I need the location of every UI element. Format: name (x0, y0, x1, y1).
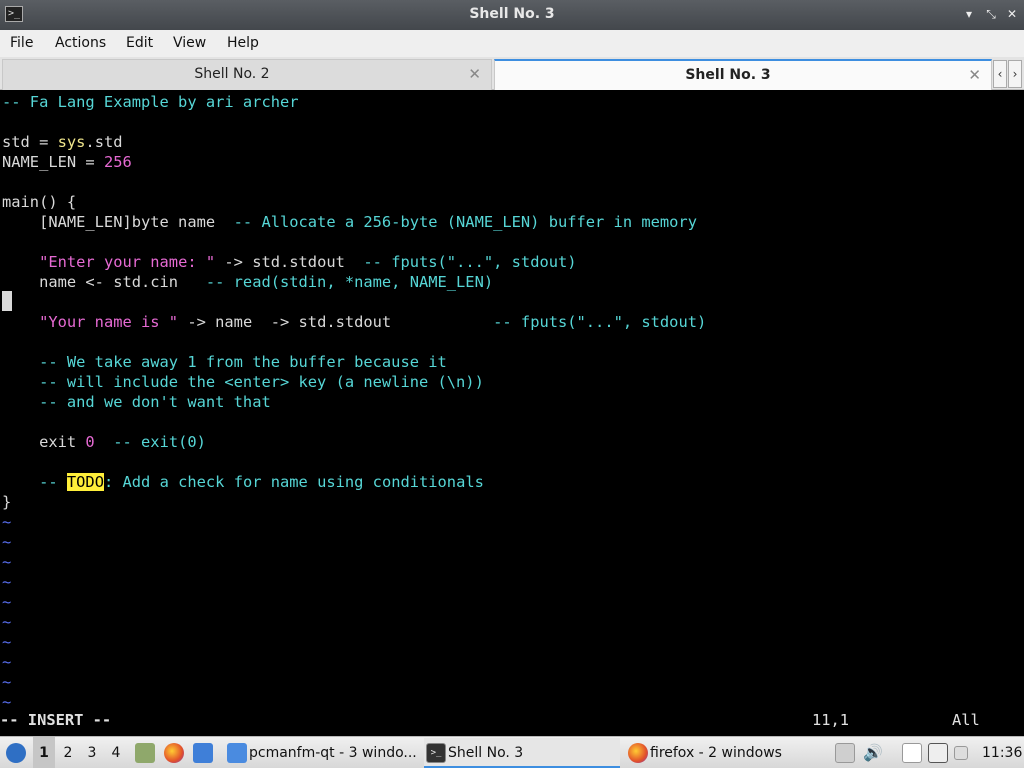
tab-label: Shell No. 3 (685, 67, 771, 83)
cursor-position: 11,1 (812, 711, 850, 729)
task-pcmanfm[interactable]: pcmanfm-qt - 3 windo... (225, 738, 421, 768)
clock: 11:36 (982, 745, 1023, 761)
code-line: exit 0 -- exit(0) (2, 433, 206, 451)
firefox-icon (628, 743, 648, 763)
desktop-4[interactable]: 4 (105, 737, 127, 768)
desktop-2[interactable]: 2 (57, 737, 79, 768)
task-label: Shell No. 3 (448, 745, 524, 761)
empty-line-marker: ~ (2, 613, 12, 631)
tab-scroll-left-icon[interactable]: ‹ (993, 60, 1007, 88)
empty-line-marker: ~ (2, 593, 12, 611)
menu-view[interactable]: View (173, 35, 206, 51)
terminal-icon: >_ (426, 743, 446, 763)
volume-icon[interactable]: 🔊 (863, 737, 883, 768)
menu-file[interactable]: File (10, 35, 33, 51)
menu-bar: File Actions Edit View Help (0, 30, 1024, 57)
tab-label: Shell No. 2 (194, 66, 270, 82)
tab-shell-2[interactable]: Shell No. 2 ✕ (2, 59, 492, 90)
code-line: -- TODO: Add a check for name using cond… (39, 473, 484, 491)
empty-line-marker: ~ (2, 553, 12, 571)
empty-line-marker: ~ (2, 513, 12, 531)
empty-line-marker: ~ (2, 673, 12, 691)
menu-edit[interactable]: Edit (126, 35, 153, 51)
code-line: -- Fa Lang Example by ari archer (2, 93, 299, 111)
file-manager-launcher-icon[interactable] (135, 743, 155, 763)
desktop-3[interactable]: 3 (81, 737, 103, 768)
menu-help[interactable]: Help (227, 35, 259, 51)
task-label: pcmanfm-qt - 3 windo... (249, 745, 417, 761)
code-line: -- will include the <enter> key (a newli… (39, 373, 484, 391)
code-line: NAME_LEN = 256 (2, 153, 132, 171)
code-line: } (2, 493, 12, 511)
taskbar: 1 2 3 4 pcmanfm-qt - 3 windo... >_ Shell… (0, 736, 1024, 768)
scroll-position: All (952, 711, 980, 729)
tab-scroll-right-icon[interactable]: › (1008, 60, 1022, 88)
mode-indicator: -- INSERT -- (0, 711, 112, 729)
code-line: main() { (2, 193, 77, 211)
notifications-icon[interactable] (954, 746, 968, 760)
menu-actions[interactable]: Actions (55, 35, 106, 51)
code-line: [NAME_LEN]byte name -- Allocate a 256-by… (2, 213, 697, 231)
task-firefox[interactable]: firefox - 2 windows (626, 738, 822, 768)
tab-close-icon[interactable]: ✕ (468, 65, 481, 83)
window-titlebar: >_ Shell No. 3 ▾ ⤡ ✕ (0, 0, 1024, 30)
clipboard-icon[interactable] (902, 743, 922, 763)
code-line: name <- std.cin -- read(stdin, *name, NA… (2, 273, 494, 291)
code-line: -- We take away 1 from the buffer becaus… (39, 353, 447, 371)
network-icon[interactable] (928, 743, 948, 763)
terminal-view[interactable]: -- Fa Lang Example by ari archer std = sy… (0, 91, 1024, 736)
code-line: std = sys.std (2, 133, 123, 151)
text-cursor (2, 291, 12, 311)
task-shell[interactable]: >_ Shell No. 3 (424, 738, 620, 768)
empty-line-marker: ~ (2, 573, 12, 591)
empty-line-marker: ~ (2, 533, 12, 551)
close-icon[interactable]: ✕ (1005, 7, 1019, 21)
firefox-launcher-icon[interactable] (164, 743, 184, 763)
folder-icon (227, 743, 247, 763)
empty-line-marker: ~ (2, 633, 12, 651)
code-line: "Enter your name: " -> std.stdout -- fpu… (39, 253, 577, 271)
minimize-icon[interactable]: ▾ (962, 7, 976, 21)
scroll-tray-icon[interactable] (835, 743, 855, 763)
empty-line-marker: ~ (2, 693, 12, 711)
code-line: -- and we don't want that (39, 393, 271, 411)
start-menu-icon[interactable] (6, 743, 26, 763)
code-line: "Your name is " -> name -> std.stdout --… (39, 313, 707, 331)
tab-bar: Shell No. 2 ✕ Shell No. 3 ✕ (0, 57, 1024, 90)
vim-status-line: -- INSERT -- 11,1 All (0, 711, 1024, 731)
show-desktop-icon[interactable] (193, 743, 213, 763)
tab-shell-3[interactable]: Shell No. 3 ✕ (494, 59, 992, 90)
tab-close-icon[interactable]: ✕ (968, 66, 981, 84)
desktop-1[interactable]: 1 (33, 737, 55, 768)
maximize-icon[interactable]: ⤡ (984, 7, 998, 21)
empty-line-marker: ~ (2, 653, 12, 671)
window-title: Shell No. 3 (469, 6, 555, 22)
task-label: firefox - 2 windows (650, 745, 782, 761)
